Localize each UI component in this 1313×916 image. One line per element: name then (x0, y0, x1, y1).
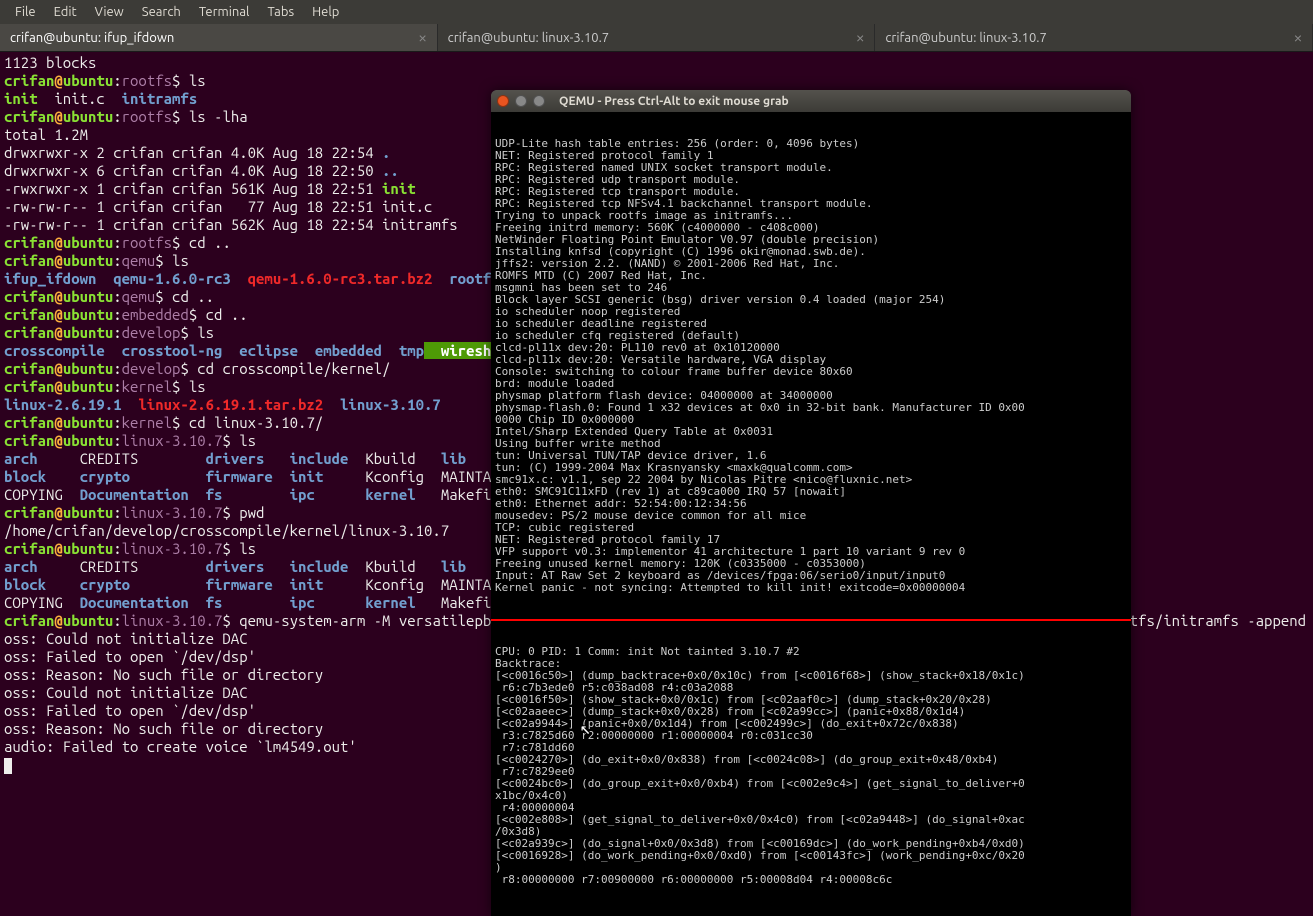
tab-1-label: crifan@ubuntu: ifup_ifdown (10, 31, 174, 45)
menu-terminal[interactable]: Terminal (190, 2, 259, 22)
tab-2-label: crifan@ubuntu: linux-3.10.7 (448, 31, 609, 45)
tab-3-close-icon[interactable]: × (1294, 30, 1302, 46)
qemu-minimize-icon[interactable] (515, 95, 527, 107)
tab-2-close-icon[interactable]: × (856, 30, 864, 46)
menu-search[interactable]: Search (133, 2, 190, 22)
qemu-panic-divider (491, 619, 1131, 621)
menu-edit[interactable]: Edit (45, 2, 86, 22)
qemu-boot-log: UDP-Lite hash table entries: 256 (order:… (495, 138, 1127, 594)
qemu-close-icon[interactable] (497, 95, 509, 107)
tab-3-label: crifan@ubuntu: linux-3.10.7 (885, 31, 1046, 45)
menu-file[interactable]: File (6, 2, 45, 22)
tab-bar: crifan@ubuntu: ifup_ifdown × crifan@ubun… (0, 24, 1313, 52)
qemu-maximize-icon[interactable] (533, 95, 545, 107)
qemu-title-text: QEMU - Press Ctrl-Alt to exit mouse grab (559, 95, 789, 108)
tab-2[interactable]: crifan@ubuntu: linux-3.10.7 × (438, 24, 876, 51)
qemu-titlebar[interactable]: QEMU - Press Ctrl-Alt to exit mouse grab (491, 90, 1131, 112)
qemu-window[interactable]: QEMU - Press Ctrl-Alt to exit mouse grab… (491, 90, 1131, 916)
tab-1-close-icon[interactable]: × (418, 30, 426, 46)
tab-1[interactable]: crifan@ubuntu: ifup_ifdown × (0, 24, 438, 51)
menu-tabs[interactable]: Tabs (258, 2, 303, 22)
menu-help[interactable]: Help (303, 2, 348, 22)
menubar[interactable]: File Edit View Search Terminal Tabs Help (0, 0, 1313, 24)
tab-3[interactable]: crifan@ubuntu: linux-3.10.7 × (875, 24, 1313, 51)
qemu-console[interactable]: UDP-Lite hash table entries: 256 (order:… (491, 112, 1131, 916)
qemu-backtrace: CPU: 0 PID: 1 Comm: init Not tainted 3.1… (495, 646, 1127, 886)
menu-view[interactable]: View (86, 2, 133, 22)
